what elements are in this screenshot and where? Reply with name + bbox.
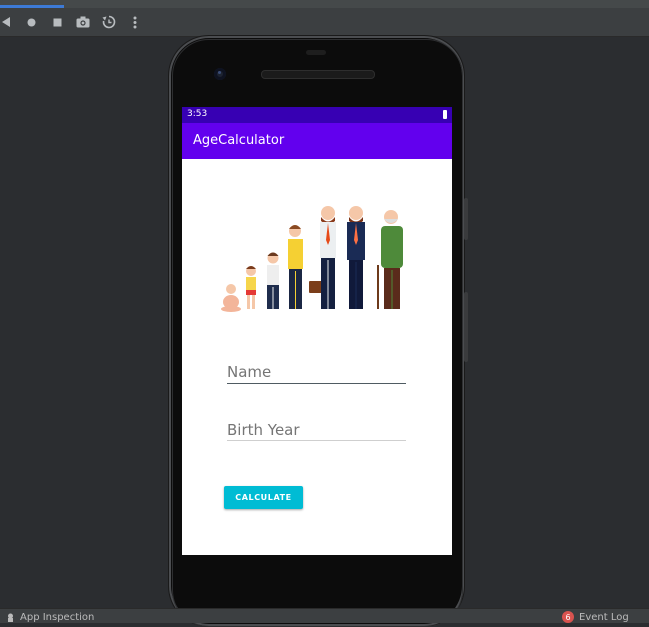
event-count-badge: 6 bbox=[562, 611, 574, 623]
child-figure-icon bbox=[267, 252, 279, 309]
overview-square-icon[interactable] bbox=[50, 8, 64, 36]
front-camera-icon bbox=[214, 68, 226, 80]
power-button bbox=[464, 292, 468, 362]
status-bar: 3:53 bbox=[182, 107, 452, 123]
status-time: 3:53 bbox=[187, 109, 208, 119]
app-title: AgeCalculator bbox=[193, 133, 285, 148]
app-inspection-tab[interactable]: App Inspection bbox=[6, 612, 94, 623]
earpiece-speaker bbox=[261, 70, 375, 79]
name-input[interactable] bbox=[227, 363, 406, 381]
baby-figure-icon bbox=[221, 284, 241, 312]
toddler-figure-icon bbox=[246, 266, 256, 309]
event-log-label: Event Log bbox=[579, 611, 629, 623]
adult-man-figure-icon bbox=[320, 206, 336, 309]
teen-figure-icon bbox=[288, 225, 303, 309]
battery-icon bbox=[443, 110, 447, 119]
sensor-slot bbox=[306, 50, 326, 55]
back-triangle-icon[interactable] bbox=[0, 8, 12, 36]
ide-title-strip bbox=[0, 0, 649, 8]
elderly-man-figure-icon bbox=[377, 210, 403, 309]
more-vertical-icon[interactable] bbox=[130, 8, 140, 36]
inspection-icon bbox=[8, 613, 13, 622]
event-log-tab[interactable]: 6 Event Log bbox=[562, 611, 629, 623]
age-stages-illustration-icon bbox=[221, 206, 403, 312]
camera-icon[interactable] bbox=[75, 8, 91, 36]
rotate-icon[interactable] bbox=[101, 8, 117, 36]
birth-year-input[interactable] bbox=[227, 421, 406, 439]
calculate-button[interactable]: CALCULATE bbox=[224, 486, 303, 509]
emulator-toolbar bbox=[0, 8, 649, 37]
app-inspection-label: App Inspection bbox=[20, 612, 95, 623]
ide-status-bar: App Inspection 6 Event Log bbox=[0, 608, 649, 623]
device-screen: 3:53 AgeCalculator Name Birth Year CALCU… bbox=[182, 107, 452, 555]
name-field[interactable] bbox=[227, 362, 406, 384]
volume-button bbox=[464, 198, 468, 240]
home-circle-icon[interactable] bbox=[24, 8, 38, 36]
businessman-figure-icon bbox=[347, 206, 365, 309]
app-bar: AgeCalculator bbox=[182, 123, 452, 159]
birth-year-field[interactable] bbox=[227, 420, 406, 441]
briefcase-icon bbox=[309, 281, 323, 293]
